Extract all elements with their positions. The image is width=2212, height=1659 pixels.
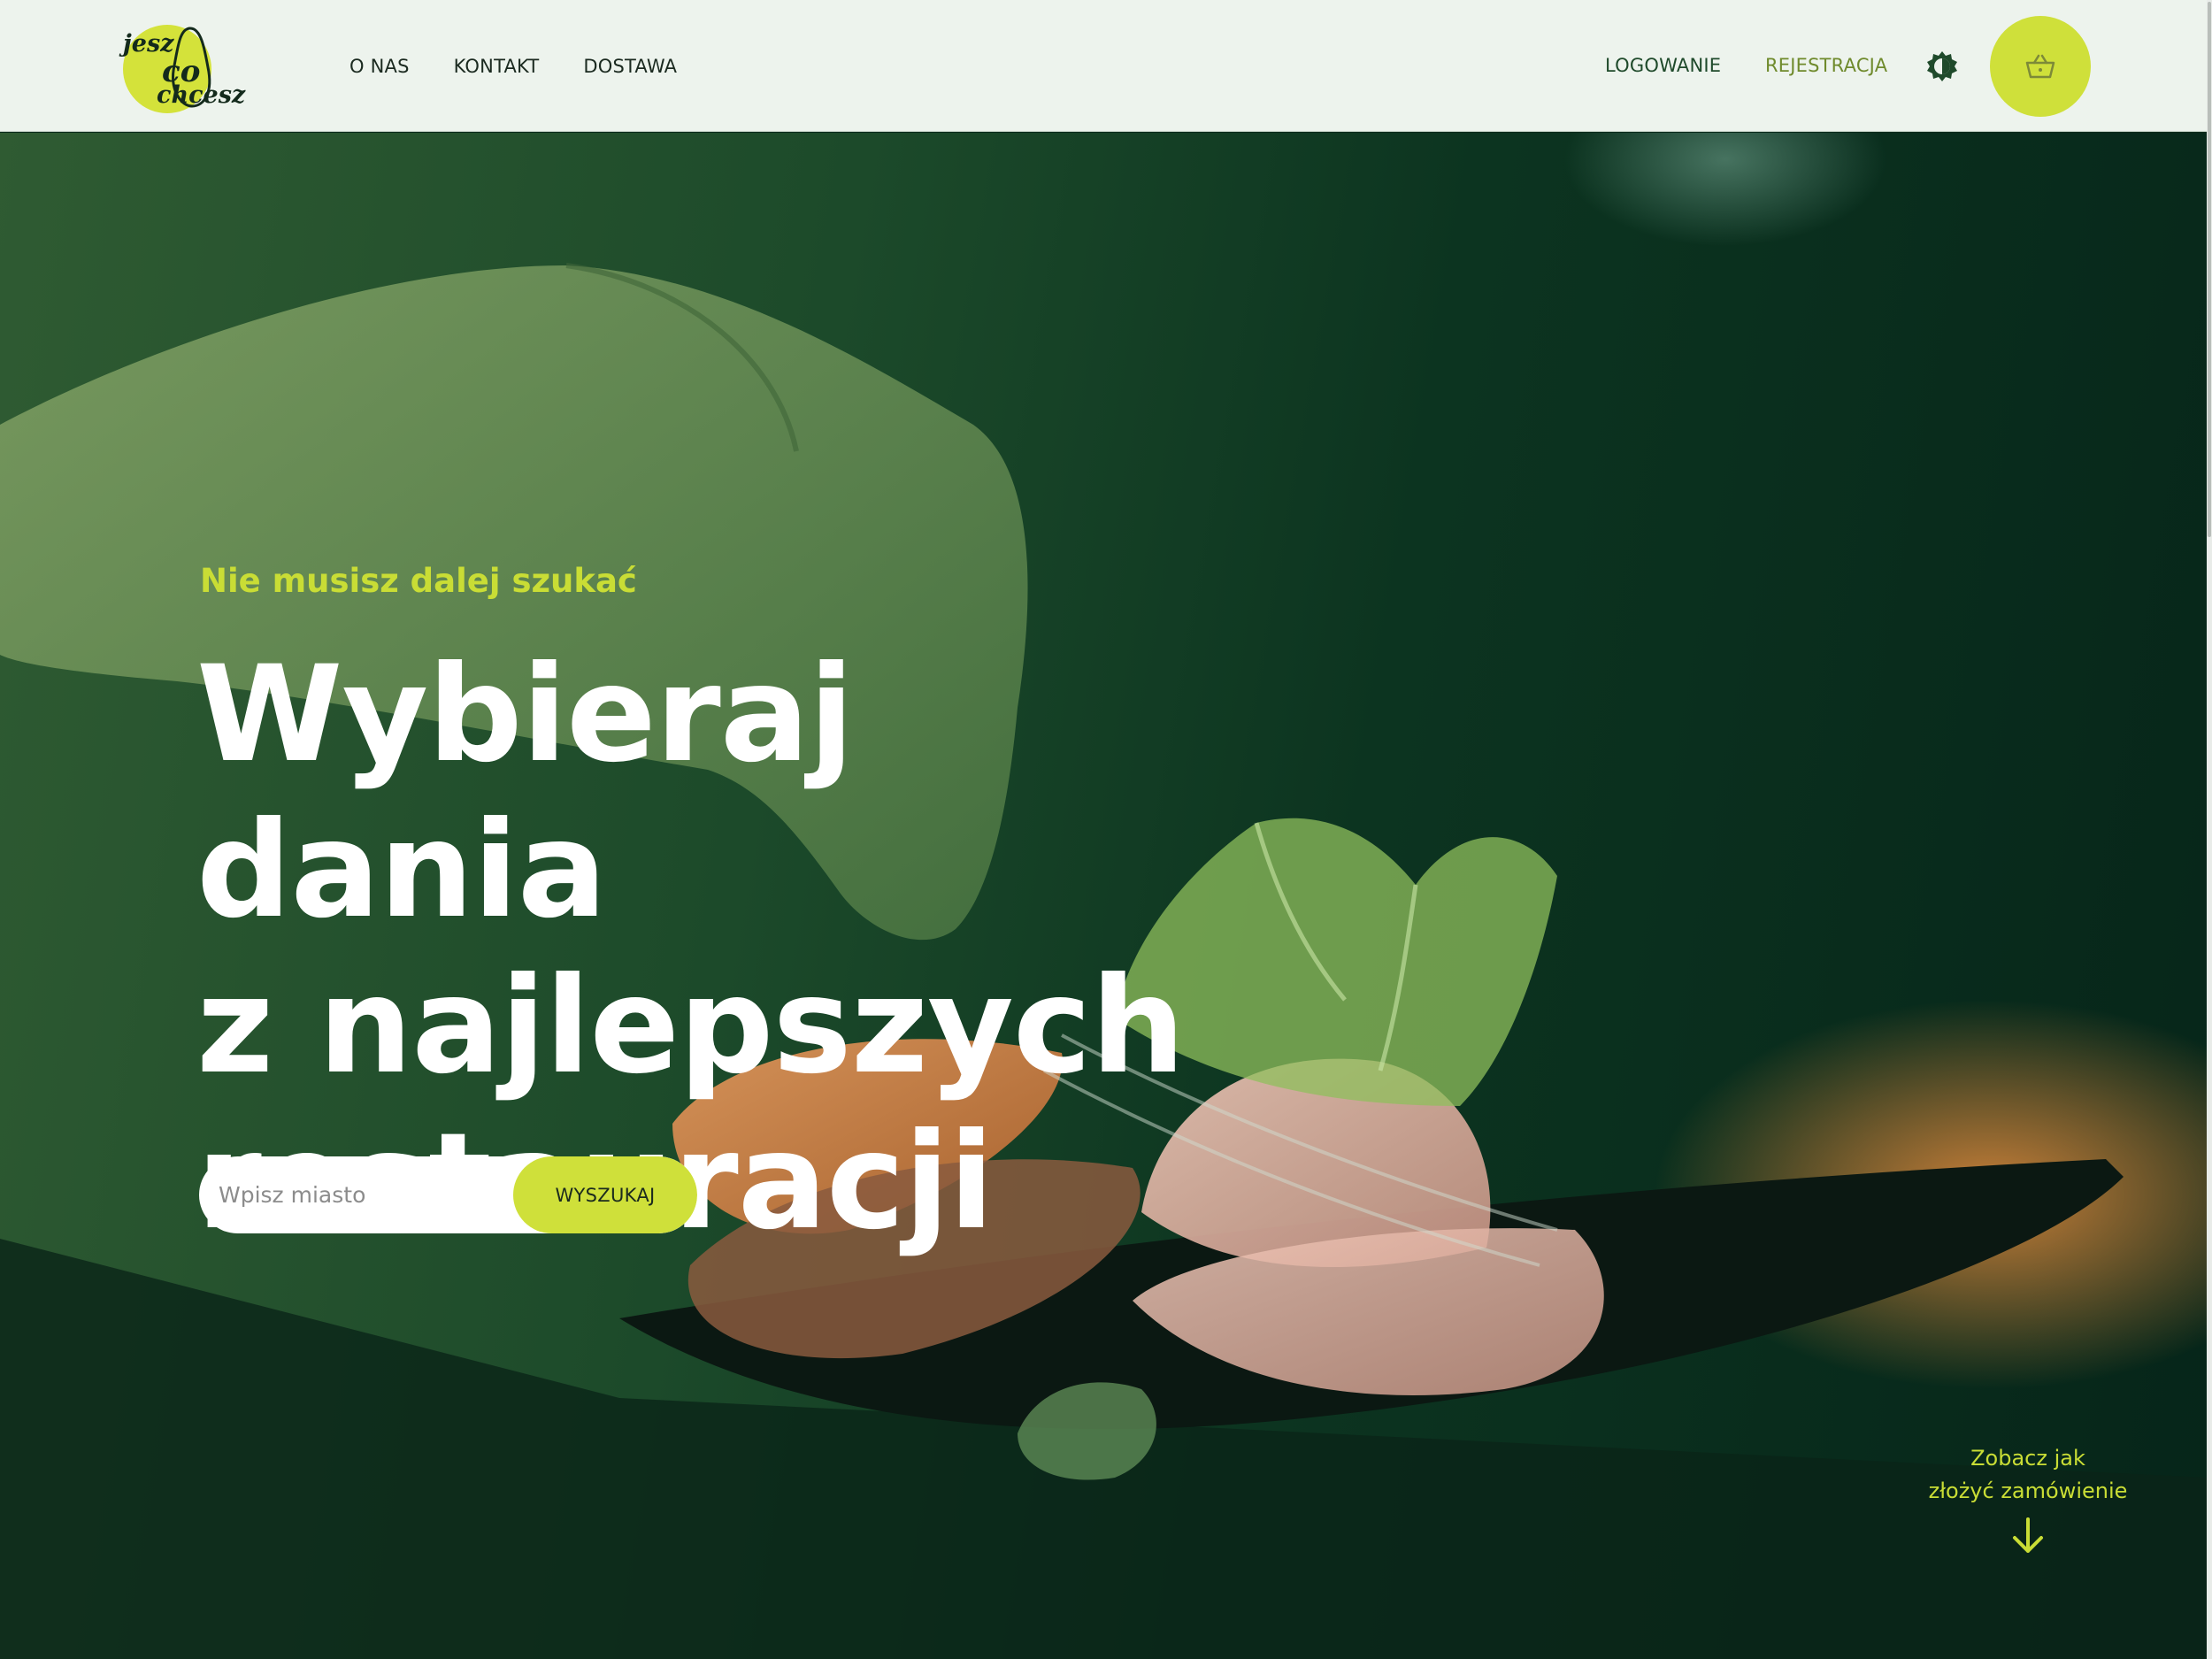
logo[interactable]: jesz co chcesz xyxy=(119,19,246,117)
headline-line-1: Wybieraj dania xyxy=(196,638,854,948)
hero-eyebrow: Nie musisz dalej szukać xyxy=(200,562,637,600)
login-link[interactable]: LOGOWANIE xyxy=(1605,55,1721,76)
site-header: jesz co chcesz O NAS KONTAKT DOSTAWA LOG… xyxy=(0,0,2207,132)
how-to-line-2: złożyć zamówienie xyxy=(1928,1479,2128,1503)
nav-item-contact[interactable]: KONTAKT xyxy=(454,56,540,77)
register-link[interactable]: REJESTRACJA xyxy=(1765,55,1887,76)
nav-item-about[interactable]: O NAS xyxy=(349,56,410,77)
scrollbar-thumb[interactable] xyxy=(2208,2,2211,537)
hero-section: Nie musisz dalej szukać Wybieraj dania z… xyxy=(0,133,2207,1659)
logo-text-1: jesz xyxy=(123,30,174,58)
search-button[interactable]: WYSZUKAJ xyxy=(513,1156,697,1233)
nav-item-delivery[interactable]: DOSTAWA xyxy=(583,56,677,77)
how-to-order-link[interactable]: Zobacz jak złożyć zamówienie xyxy=(1902,1442,2154,1555)
how-to-line-1: Zobacz jak xyxy=(1970,1446,2085,1471)
arrow-down-icon xyxy=(2013,1517,2043,1553)
basket-icon xyxy=(2025,54,2055,79)
headline-line-2: z najlepszych xyxy=(196,949,1186,1103)
city-search-form: WYSZUKAJ xyxy=(199,1156,697,1233)
main-nav: O NAS KONTAKT DOSTAWA xyxy=(349,0,721,132)
theme-toggle-icon[interactable] xyxy=(1926,50,1958,82)
city-search-input[interactable] xyxy=(219,1156,511,1233)
cart-button[interactable] xyxy=(1990,16,2091,117)
logo-text-3: chcesz xyxy=(157,81,246,109)
